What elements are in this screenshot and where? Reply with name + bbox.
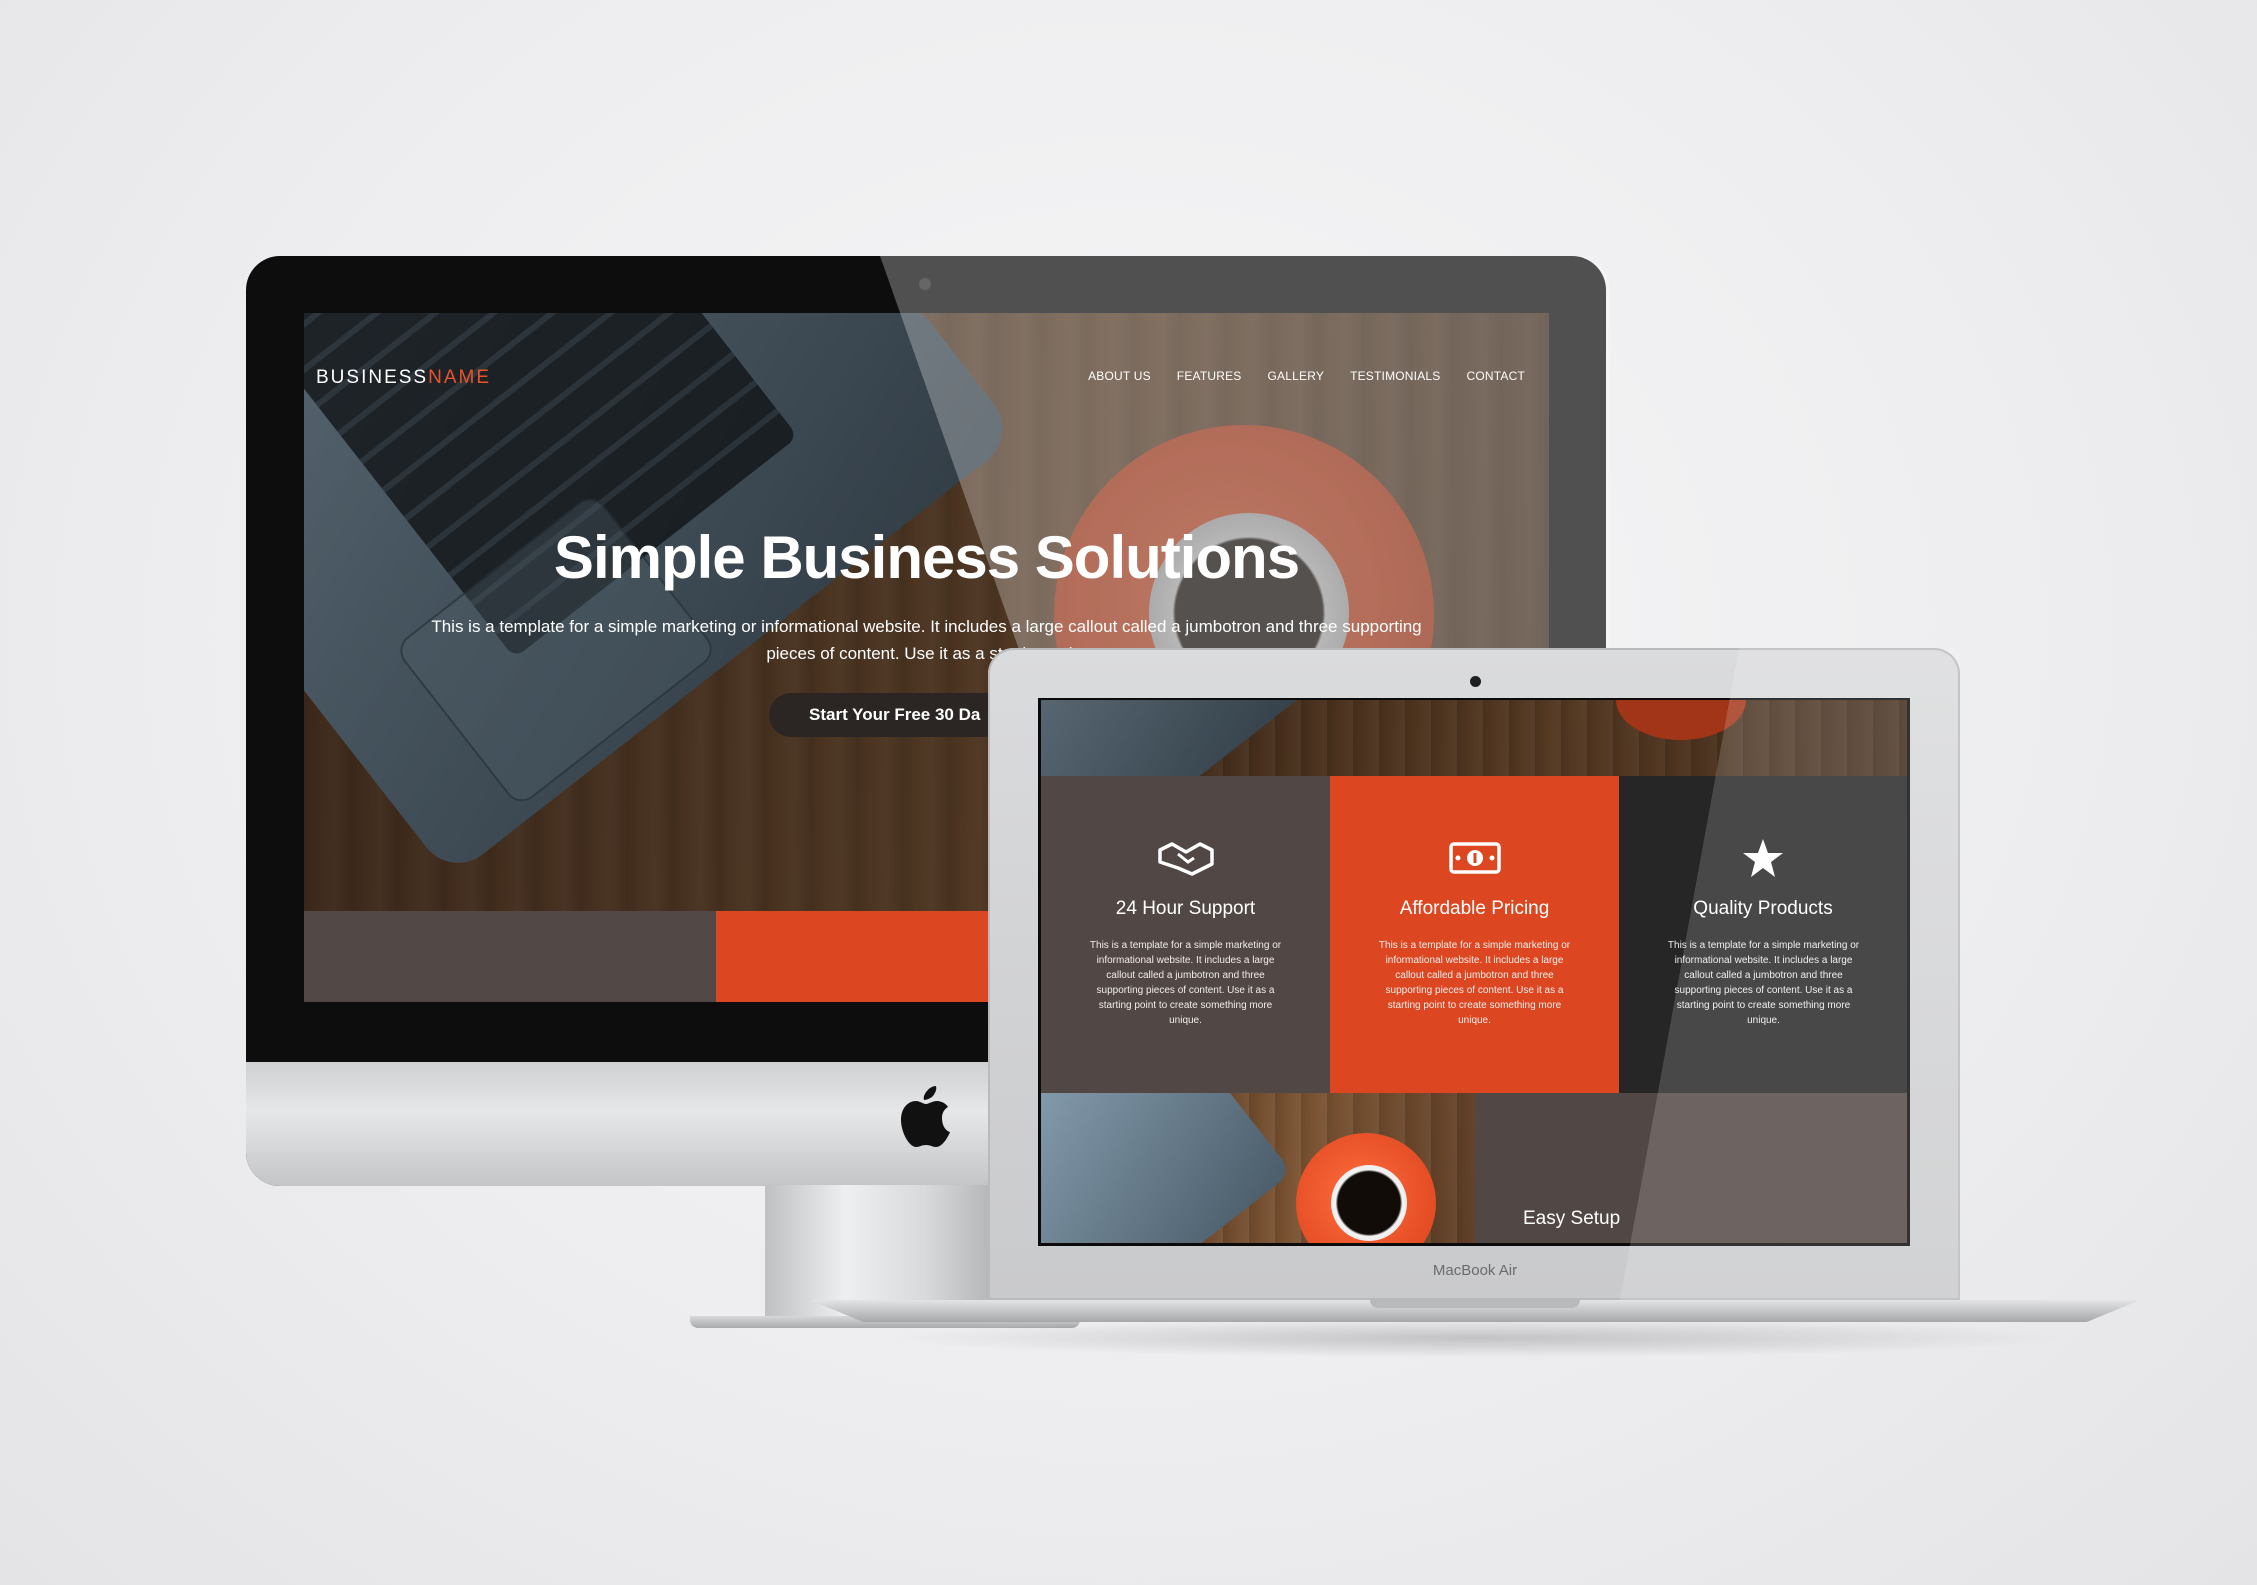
cta-button[interactable]: Start Your Free 30 Da [769, 693, 1021, 737]
macbook-notch [1370, 1300, 1580, 1308]
imac-stand [765, 1185, 995, 1320]
handshake-icon [1157, 842, 1214, 876]
money-icon [1448, 842, 1501, 874]
feature-title: 24 Hour Support [1115, 898, 1256, 919]
feature-card-pricing: Affordable Pricing This is a template fo… [1330, 776, 1619, 1093]
feature-body: This is a template for a simple marketin… [1089, 940, 1282, 1026]
macbook-camera [1470, 676, 1481, 687]
brand-logo[interactable]: BUSINESSNAME [316, 367, 491, 389]
apple-logo-icon [901, 1086, 950, 1147]
feature-band-brown [304, 911, 716, 1002]
bottom-photo [1041, 1093, 1475, 1243]
feature-body: This is a template for a simple marketin… [1378, 940, 1571, 1026]
brand-part-1: BUSINESS [316, 367, 429, 388]
device-label: MacBook Air [1432, 1262, 1518, 1279]
feature-card-support: 24 Hour Support This is a template for a… [1041, 776, 1330, 1093]
macbook-shadow [880, 1318, 2070, 1358]
bottom-photo-laptop-image [1041, 1093, 1293, 1243]
feature-title: Affordable Pricing [1399, 898, 1550, 919]
bottom-photo-cup-image [1331, 1165, 1407, 1241]
easy-setup-title: Easy Setup [1523, 1208, 1621, 1229]
brand-part-2: NAME [428, 367, 491, 388]
